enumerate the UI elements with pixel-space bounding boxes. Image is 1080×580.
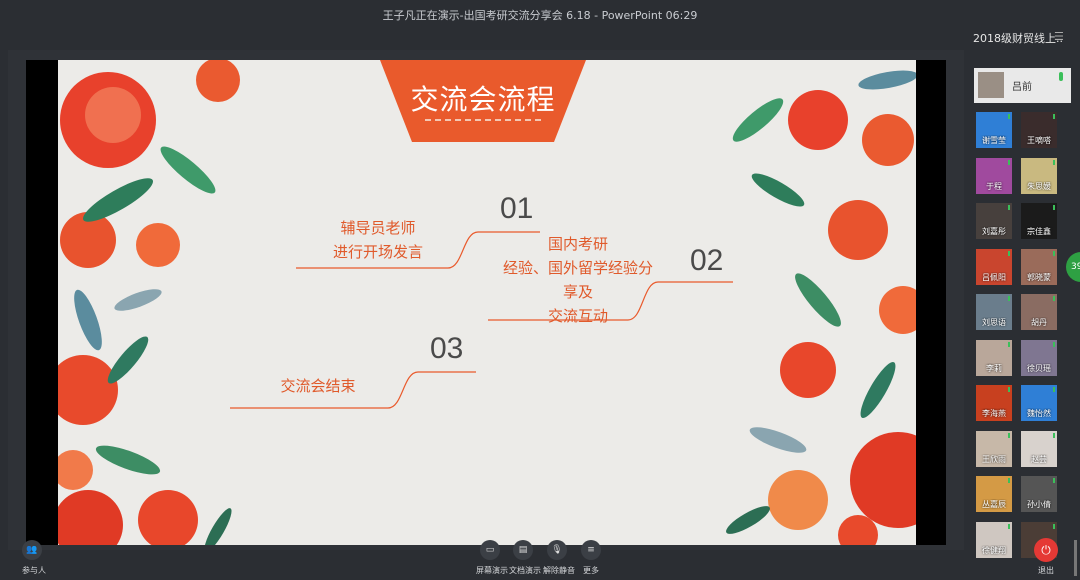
participant-name: 王欣雨 <box>982 454 1006 464</box>
participant-name: 谢雪莹 <box>982 136 1006 145</box>
participants-button-label[interactable]: 参与人 <box>22 565 46 576</box>
participant-tile[interactable]: 郭晓蒙 <box>1021 248 1057 285</box>
step-text-line: 交流互动 <box>547 307 608 325</box>
participant-tile[interactable]: 徐健翔 <box>976 521 1012 558</box>
participant-name: 郭晓蒙 <box>1027 272 1051 282</box>
mic-icon <box>1053 205 1055 210</box>
participants-icon[interactable]: 👥 <box>22 540 42 560</box>
participant-tile[interactable]: 刘嘉彤 <box>976 203 1012 239</box>
participant-tile[interactable]: 王嘀嗒 <box>1021 112 1057 148</box>
participant-name: 宗佳鑫 <box>1027 227 1051 236</box>
mic-icon <box>1053 296 1055 301</box>
more-button-label[interactable]: 更多 <box>583 565 599 576</box>
mic-icon <box>1008 523 1010 529</box>
participant-name: 刘思语 <box>982 318 1006 327</box>
screen-share-button-label[interactable]: 屏幕演示 <box>476 565 508 576</box>
participant-tile[interactable]: 王欣雨 <box>976 430 1012 467</box>
participant-tile[interactable]: 朱思媛 <box>1021 157 1057 194</box>
participant-name: 李海燕 <box>982 409 1006 418</box>
slide: 交流会流程 01 辅导员老师 进行开场发言 02 国内考研 经验、国外留学经验分… <box>58 60 916 545</box>
step-text: 辅导员老师 进行开场发言 <box>308 216 448 264</box>
mic-icon <box>1053 250 1055 256</box>
participant-tile[interactable]: 赵芸 <box>1021 430 1057 467</box>
mic-icon <box>1008 432 1010 438</box>
sidebar-scrollbar[interactable] <box>1074 540 1077 576</box>
window-title: 王子凡正在演示-出国考研交流分享会 6.18 - PowerPoint 06:2… <box>382 9 698 22</box>
participant-name: 于程 <box>986 181 1002 191</box>
participant-name: 魏怡然 <box>1027 409 1051 418</box>
step-text-line: 辅导员老师 <box>340 219 416 237</box>
participant-name: 孙小倩 <box>1027 500 1051 509</box>
participant-name: 徐贝瑶 <box>1027 363 1051 373</box>
screen-share-icon[interactable]: ▭ <box>480 540 500 560</box>
participant-tile[interactable]: 于程 <box>976 157 1012 194</box>
participant-tile[interactable]: 李莉 <box>976 339 1012 376</box>
mic-icon <box>1053 432 1055 438</box>
participant-name: 丛嘉辰 <box>982 500 1006 509</box>
speaker-name: 吕前 <box>1012 82 1032 93</box>
doc-share-icon[interactable]: ▤ <box>513 540 533 560</box>
mic-icon <box>1053 114 1055 119</box>
participant-name: 王嘀嗒 <box>1027 136 1051 145</box>
participant-sidebar: 2018级财贸线上... ☰ 吕前 谢雪莹 王嘀嗒于程 朱思媛刘嘉彤 宗佳鑫吕佩阳 郭晓… <box>968 0 1080 580</box>
step-connectors <box>230 231 733 409</box>
participant-name: 李莉 <box>986 363 1002 373</box>
avatar <box>978 72 1004 98</box>
title-bar: 王子凡正在演示-出国考研交流分享会 6.18 - PowerPoint 06:2… <box>0 0 1080 28</box>
step-number: 03 <box>430 332 464 365</box>
unmute-button-label[interactable]: 解除静音 <box>543 565 575 576</box>
more-icon[interactable]: ≡ <box>581 540 601 560</box>
mic-icon <box>1053 523 1055 529</box>
mic-icon <box>1008 205 1010 210</box>
mic-icon <box>1053 341 1055 347</box>
participant-tile[interactable]: 丛嘉辰 <box>976 476 1012 512</box>
participant-tile[interactable]: 吕佩阳 <box>976 248 1012 285</box>
step-text-line: 经验、国外留学经验分 <box>502 259 653 277</box>
step-text: 国内考研 经验、国外留学经验分 享及 交流互动 <box>488 232 668 328</box>
mic-icon <box>1008 341 1010 347</box>
step-text-line: 进行开场发言 <box>332 243 423 261</box>
participant-tile[interactable]: 宗佳鑫 <box>1021 203 1057 239</box>
step-text-line: 国内考研 <box>547 235 608 253</box>
mic-icon <box>1059 72 1063 81</box>
mic-icon <box>1008 114 1010 119</box>
participant-tile[interactable]: 李海燕 <box>976 385 1012 421</box>
participant-name: 刘嘉彤 <box>982 227 1006 236</box>
mic-icon <box>1008 159 1010 165</box>
step-text-line: 交流会结束 <box>280 377 356 395</box>
mic-icon <box>1053 387 1055 392</box>
list-menu-icon[interactable]: ☰ <box>1054 30 1064 43</box>
mic-icon <box>1053 159 1055 165</box>
participant-name: 胡丹 <box>1031 318 1047 327</box>
participant-tile[interactable]: 谢雪莹 <box>976 112 1012 148</box>
participant-tile[interactable]: 刘思语 <box>976 294 1012 330</box>
mic-icon <box>1008 478 1010 483</box>
participant-tile[interactable]: 胡丹 <box>1021 294 1057 330</box>
participant-tile[interactable]: 孙小倩 <box>1021 476 1057 512</box>
participant-name: 朱思媛 <box>1027 181 1051 191</box>
mic-icon <box>1008 387 1010 392</box>
meeting-title: 2018级财贸线上... <box>973 32 1063 45</box>
mic-icon <box>1053 478 1055 483</box>
step-text-line: 享及 <box>562 283 593 301</box>
leave-button-label[interactable]: 退出 <box>1038 565 1054 576</box>
step-number: 01 <box>500 192 534 225</box>
participant-name: 徐健翔 <box>982 545 1006 555</box>
participant-tile[interactable]: 徐贝瑶 <box>1021 339 1057 376</box>
mic-icon <box>1008 250 1010 256</box>
participant-tile[interactable]: 魏怡然 <box>1021 385 1057 421</box>
step-number: 02 <box>690 244 724 277</box>
step-text: 交流会结束 <box>248 374 388 398</box>
active-speaker-card[interactable]: 吕前 <box>974 68 1071 103</box>
doc-share-button-label[interactable]: 文档演示 <box>509 565 541 576</box>
mic-icon <box>1008 296 1010 301</box>
leave-button[interactable]: ⏻ <box>1034 538 1058 562</box>
participant-name: 吕佩阳 <box>982 272 1006 282</box>
microphone-muted-icon[interactable]: 🎙 <box>547 540 567 560</box>
participant-name: 赵芸 <box>1031 454 1047 464</box>
